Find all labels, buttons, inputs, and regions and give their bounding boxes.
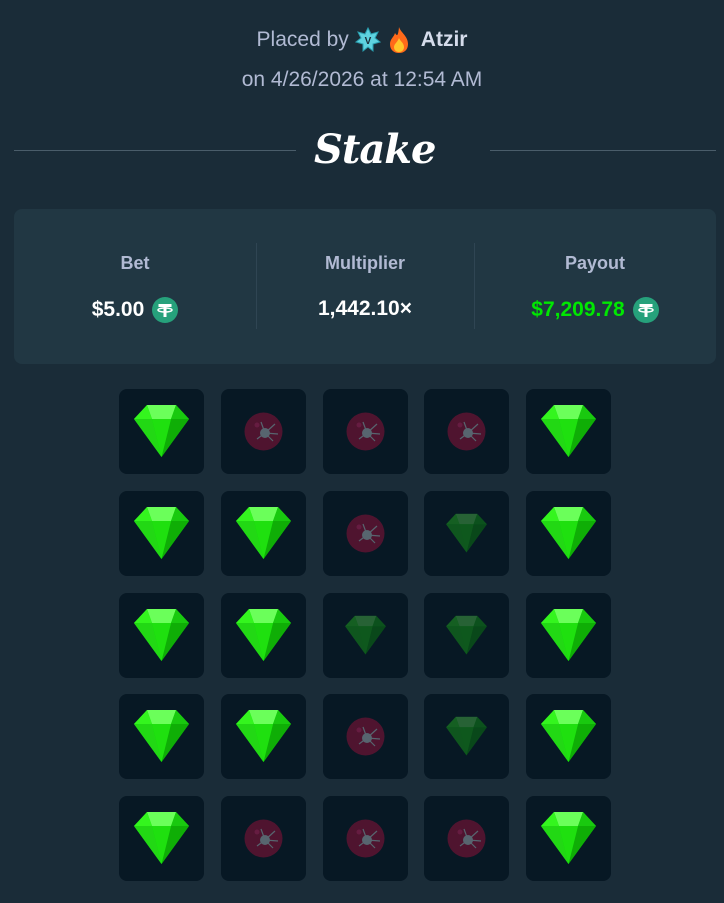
placed-by-label: Placed by bbox=[256, 28, 349, 51]
mine-bomb-icon bbox=[447, 412, 486, 451]
mine-tile bbox=[424, 491, 509, 576]
mine-tile bbox=[119, 491, 204, 576]
mine-bomb-icon bbox=[346, 717, 385, 756]
mine-tile bbox=[526, 389, 611, 474]
gem-icon bbox=[134, 405, 189, 457]
bet-value-row: $5.00 bbox=[14, 297, 256, 323]
mine-tile bbox=[221, 491, 306, 576]
mine-tile bbox=[119, 796, 204, 881]
mine-tile bbox=[526, 796, 611, 881]
mine-tile bbox=[221, 796, 306, 881]
mine-bomb-icon bbox=[244, 819, 283, 858]
multiplier-value: 1,442.10× bbox=[317, 297, 412, 320]
mine-bomb-icon bbox=[346, 412, 385, 451]
gem-icon bbox=[446, 513, 487, 553]
mine-tile bbox=[424, 593, 509, 678]
bet-label: Bet bbox=[120, 253, 150, 273]
mines-grid bbox=[119, 389, 611, 881]
placed-by-line: Placed by V Atzir bbox=[0, 26, 724, 54]
tether-usdt-coin-icon bbox=[632, 297, 659, 323]
multiplier-value-row: 1,442.10× bbox=[256, 297, 474, 321]
divider-line-right bbox=[490, 150, 716, 151]
mine-tile bbox=[323, 694, 408, 779]
gem-icon bbox=[134, 812, 189, 864]
mine-bomb-icon bbox=[244, 412, 283, 451]
bet-value: $5.00 bbox=[91, 298, 145, 321]
mine-tile bbox=[526, 491, 611, 576]
mine-tile bbox=[424, 796, 509, 881]
mine-tile bbox=[221, 593, 306, 678]
mine-bomb-icon bbox=[346, 819, 385, 858]
gem-icon bbox=[446, 716, 487, 756]
gem-icon bbox=[134, 710, 189, 762]
multiplier-stat: Multiplier 1,442.10× bbox=[256, 209, 474, 364]
mine-tile bbox=[424, 694, 509, 779]
mine-bomb-icon bbox=[447, 819, 486, 858]
mine-tile bbox=[323, 389, 408, 474]
mine-tile bbox=[424, 389, 509, 474]
svg-text:V: V bbox=[364, 36, 371, 47]
gem-icon bbox=[236, 710, 291, 762]
mine-tile bbox=[323, 796, 408, 881]
mine-bomb-icon bbox=[346, 514, 385, 553]
mine-tile bbox=[526, 694, 611, 779]
payout-value-row: $7,209.78 bbox=[474, 297, 716, 323]
gem-icon bbox=[236, 609, 291, 661]
divider-line-left bbox=[14, 150, 296, 151]
gem-icon bbox=[541, 812, 596, 864]
gem-icon bbox=[236, 507, 291, 559]
gem-icon bbox=[541, 507, 596, 559]
gem-icon bbox=[541, 609, 596, 661]
mine-tile bbox=[119, 389, 204, 474]
mine-tile bbox=[323, 593, 408, 678]
vip-star-badge-icon: V bbox=[354, 26, 381, 53]
payout-stat: Payout $7,209.78 bbox=[474, 209, 716, 364]
logo-divider: Stake bbox=[14, 122, 716, 178]
mine-tile bbox=[221, 694, 306, 779]
gem-icon bbox=[541, 405, 596, 457]
mine-tile bbox=[323, 491, 408, 576]
mine-tile bbox=[221, 389, 306, 474]
bet-stat: Bet $5.00 bbox=[14, 209, 256, 364]
bet-date: on 4/26/2026 at 12:54 AM bbox=[241, 68, 483, 91]
gem-icon bbox=[134, 507, 189, 559]
username-link[interactable]: Atzir bbox=[421, 28, 468, 52]
tether-usdt-coin-icon bbox=[152, 297, 179, 323]
gem-icon bbox=[134, 609, 189, 661]
fire-icon bbox=[387, 26, 411, 54]
payout-value: $7,209.78 bbox=[531, 298, 625, 321]
mine-tile bbox=[119, 694, 204, 779]
gem-icon bbox=[345, 615, 386, 655]
mine-tile bbox=[526, 593, 611, 678]
stake-logo: Stake bbox=[314, 126, 436, 173]
payout-label: Payout bbox=[564, 253, 625, 273]
multiplier-label: Multiplier bbox=[325, 253, 405, 273]
bet-stats-card: Bet $5.00 Multiplier 1,442.10× Payout $7… bbox=[14, 209, 716, 364]
gem-icon bbox=[541, 710, 596, 762]
gem-icon bbox=[446, 615, 487, 655]
mine-tile bbox=[119, 593, 204, 678]
